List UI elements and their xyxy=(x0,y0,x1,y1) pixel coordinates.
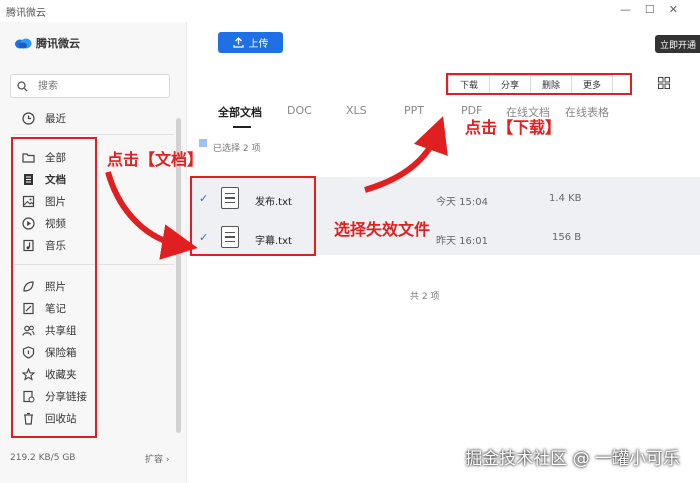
annotation-arrows xyxy=(105,116,448,260)
arrow-to-download xyxy=(364,116,448,193)
arrow-to-files xyxy=(105,171,198,260)
watermark: 掘金技术社区 @ 一罐小可乐 xyxy=(465,449,680,469)
